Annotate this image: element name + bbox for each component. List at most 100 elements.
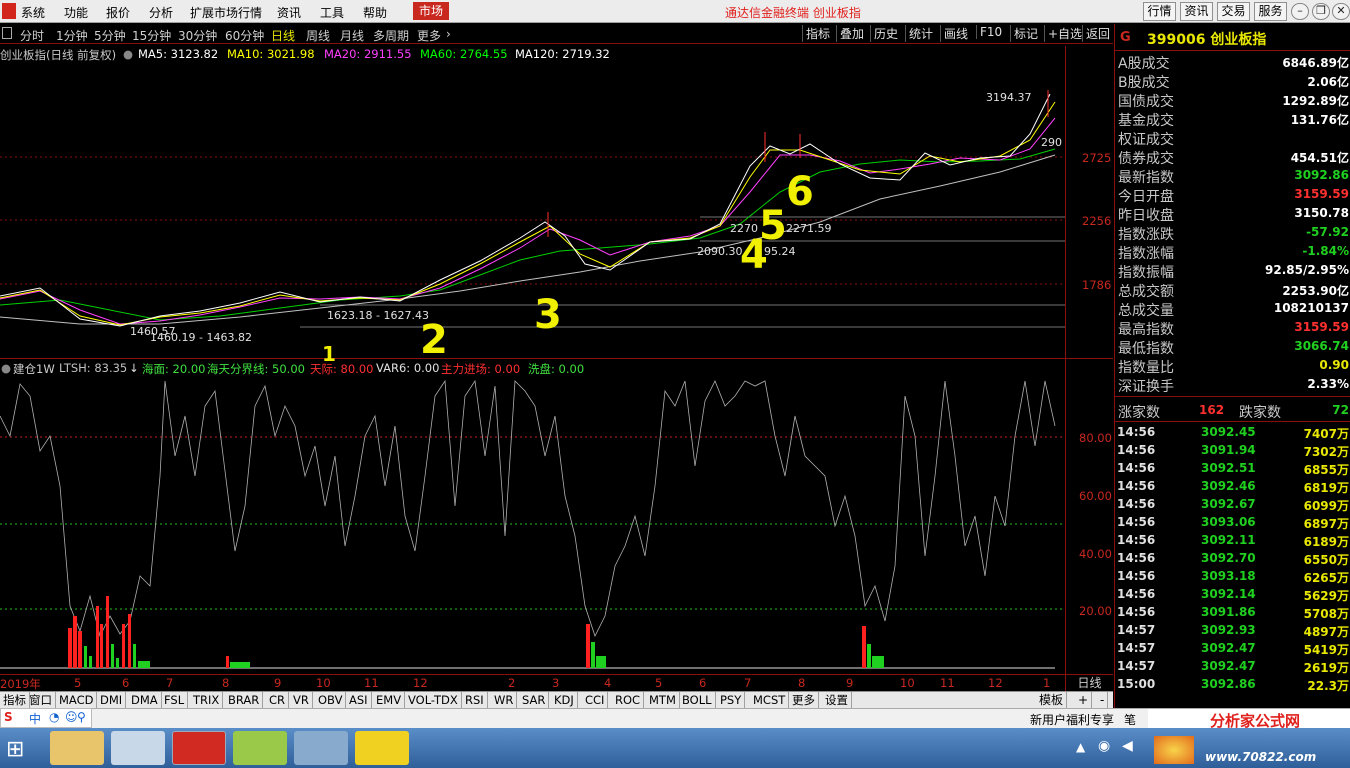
menu-quote[interactable]: 报价 — [106, 4, 130, 21]
period-weekly[interactable]: 周线 — [306, 27, 330, 44]
minimize-icon[interactable]: – — [1291, 3, 1309, 20]
menu-news[interactable]: 资讯 — [277, 4, 301, 21]
tool-f10[interactable]: F10 — [976, 25, 1002, 39]
file-explorer-icon[interactable] — [50, 731, 104, 765]
stat-row: 指数涨幅 -1.84% — [1115, 242, 1350, 262]
tab-macd[interactable]: MACD — [56, 692, 98, 709]
period-60min[interactable]: 60分钟 — [225, 27, 264, 44]
expand-circle-icon[interactable]: ● — [123, 47, 133, 61]
sogou-icon[interactable]: S — [4, 710, 13, 724]
tab-dmi[interactable]: DMI — [97, 692, 127, 709]
tab-sar[interactable]: SAR — [519, 692, 550, 709]
stat-value: -1.84% — [1302, 244, 1349, 258]
period-15min[interactable]: 15分钟 — [132, 27, 171, 44]
menu-help[interactable]: 帮助 — [363, 4, 387, 21]
quote-button[interactable]: 行情 — [1143, 2, 1176, 21]
ime-lang[interactable]: 中 — [29, 710, 41, 727]
tool-overlay[interactable]: 叠加 — [836, 25, 864, 42]
period-multi[interactable]: 多周期 — [373, 27, 409, 44]
period-intraday[interactable]: 分时 — [20, 27, 44, 44]
tool-add-favorite[interactable]: +自选 — [1044, 25, 1082, 42]
tab-mcst[interactable]: MCST — [750, 692, 790, 709]
tab-window[interactable]: 窗口 — [26, 692, 56, 709]
tray-qq-icon[interactable]: ◉ — [1098, 738, 1110, 754]
tick-row: 14:56 3093.18 6265万 — [1115, 568, 1350, 586]
tab-vr[interactable]: VR — [290, 692, 313, 709]
tick-time: 14:56 — [1117, 551, 1156, 565]
news-button[interactable]: 资讯 — [1180, 2, 1213, 21]
menu-system[interactable]: 系统 — [21, 4, 45, 21]
tab-psy[interactable]: PSY — [717, 692, 746, 709]
tab-cr[interactable]: CR — [266, 692, 290, 709]
tab-boll[interactable]: BOLL — [679, 692, 716, 709]
network-app-icon[interactable] — [294, 731, 348, 765]
tab-kdj[interactable]: KDJ — [551, 692, 578, 709]
calculator-icon[interactable] — [111, 731, 165, 765]
tick-time: 14:57 — [1117, 659, 1156, 673]
period-day-button[interactable]: 日线 — [1066, 674, 1113, 691]
tab-roc[interactable]: ROC — [612, 692, 645, 709]
tool-stats[interactable]: 统计 — [905, 25, 933, 42]
template-button[interactable]: 模板 — [1036, 692, 1068, 709]
tool-history[interactable]: 历史 — [870, 25, 898, 42]
indicator-axis-label: 80.00 — [1079, 431, 1112, 445]
ime-mode-icon[interactable]: ◔ — [49, 710, 59, 724]
menu-tools[interactable]: 工具 — [320, 4, 344, 21]
tick-time: 14:57 — [1117, 641, 1156, 655]
tab-cci[interactable]: CCI — [582, 692, 609, 709]
menu-analysis[interactable]: 分析 — [149, 4, 173, 21]
menu-market-tab[interactable]: 市场 — [413, 2, 450, 20]
ma60-label: MA60: 2764.55 — [420, 47, 508, 61]
tab-vol-tdx[interactable]: VOL-TDX — [405, 692, 462, 709]
period-more[interactable]: 更多 — [417, 27, 441, 44]
tray-arrow-icon[interactable]: ▲ — [1076, 740, 1085, 754]
tool-back[interactable]: 返回 — [1082, 25, 1110, 42]
period-30min[interactable]: 30分钟 — [178, 27, 217, 44]
wave-number: 3 — [534, 292, 562, 338]
panel-toggle-icon[interactable] — [2, 27, 12, 39]
music-app-icon[interactable] — [355, 731, 409, 765]
period-daily[interactable]: 日线 — [271, 27, 295, 44]
indicator-toggle-icon[interactable]: ● — [1, 361, 11, 375]
tab-more[interactable]: 更多 — [789, 692, 819, 709]
new-user-link[interactable]: 新用户福利专享 — [1030, 711, 1114, 728]
tab-rsi[interactable]: RSI — [462, 692, 488, 709]
indicator-chart[interactable] — [0, 376, 1065, 674]
tray-volume-icon[interactable]: ◀ — [1122, 738, 1133, 754]
period-5min[interactable]: 5分钟 — [94, 27, 126, 44]
period-1min[interactable]: 1分钟 — [56, 27, 88, 44]
tdx-app-icon[interactable] — [172, 731, 226, 765]
tab-dma[interactable]: DMA — [128, 692, 162, 709]
stat-label: 指数涨跌 — [1118, 227, 1174, 243]
tab-wr[interactable]: WR — [491, 692, 518, 709]
tab-brar[interactable]: BRAR — [225, 692, 264, 709]
restore-icon[interactable]: ❐ — [1312, 3, 1330, 20]
tab-asi[interactable]: ASI — [346, 692, 372, 709]
zoom-in-button[interactable]: + — [1075, 692, 1093, 709]
chevron-right-icon[interactable]: › — [446, 27, 451, 41]
tick-row: 14:56 3091.86 5708万 — [1115, 604, 1350, 622]
ime-toolbar[interactable]: S 中 ◔ ☺ ⚲ — [0, 708, 92, 728]
menu-extended-market[interactable]: 扩展市场行情 — [190, 4, 262, 21]
tab-mtm[interactable]: MTM — [646, 692, 680, 709]
close-icon[interactable]: ✕ — [1332, 3, 1350, 20]
tab-emv[interactable]: EMV — [373, 692, 406, 709]
tool-mark[interactable]: 标记 — [1010, 25, 1038, 42]
browser-icon[interactable] — [233, 731, 287, 765]
tab-obv[interactable]: OBV — [315, 692, 347, 709]
price-chart[interactable] — [0, 62, 1065, 358]
ma120-label: MA120: 2719.32 — [515, 47, 610, 61]
menu-function[interactable]: 功能 — [64, 4, 88, 21]
zoom-out-button[interactable]: - — [1097, 692, 1109, 709]
trade-button[interactable]: 交易 — [1217, 2, 1250, 21]
tab-fsl[interactable]: FSL — [161, 692, 189, 709]
service-button[interactable]: 服务 — [1254, 2, 1287, 21]
tool-draw[interactable]: 画线 — [940, 25, 968, 42]
ime-search-icon[interactable]: ⚲ — [77, 710, 86, 724]
tab-trix[interactable]: TRIX — [190, 692, 224, 709]
ime-emoji-icon[interactable]: ☺ — [65, 710, 78, 724]
windows-start-icon[interactable]: ⊞ — [6, 737, 24, 762]
tab-settings[interactable]: 设置 — [822, 692, 852, 709]
tool-indicator[interactable]: 指标 — [802, 25, 830, 42]
period-monthly[interactable]: 月线 — [340, 27, 364, 44]
